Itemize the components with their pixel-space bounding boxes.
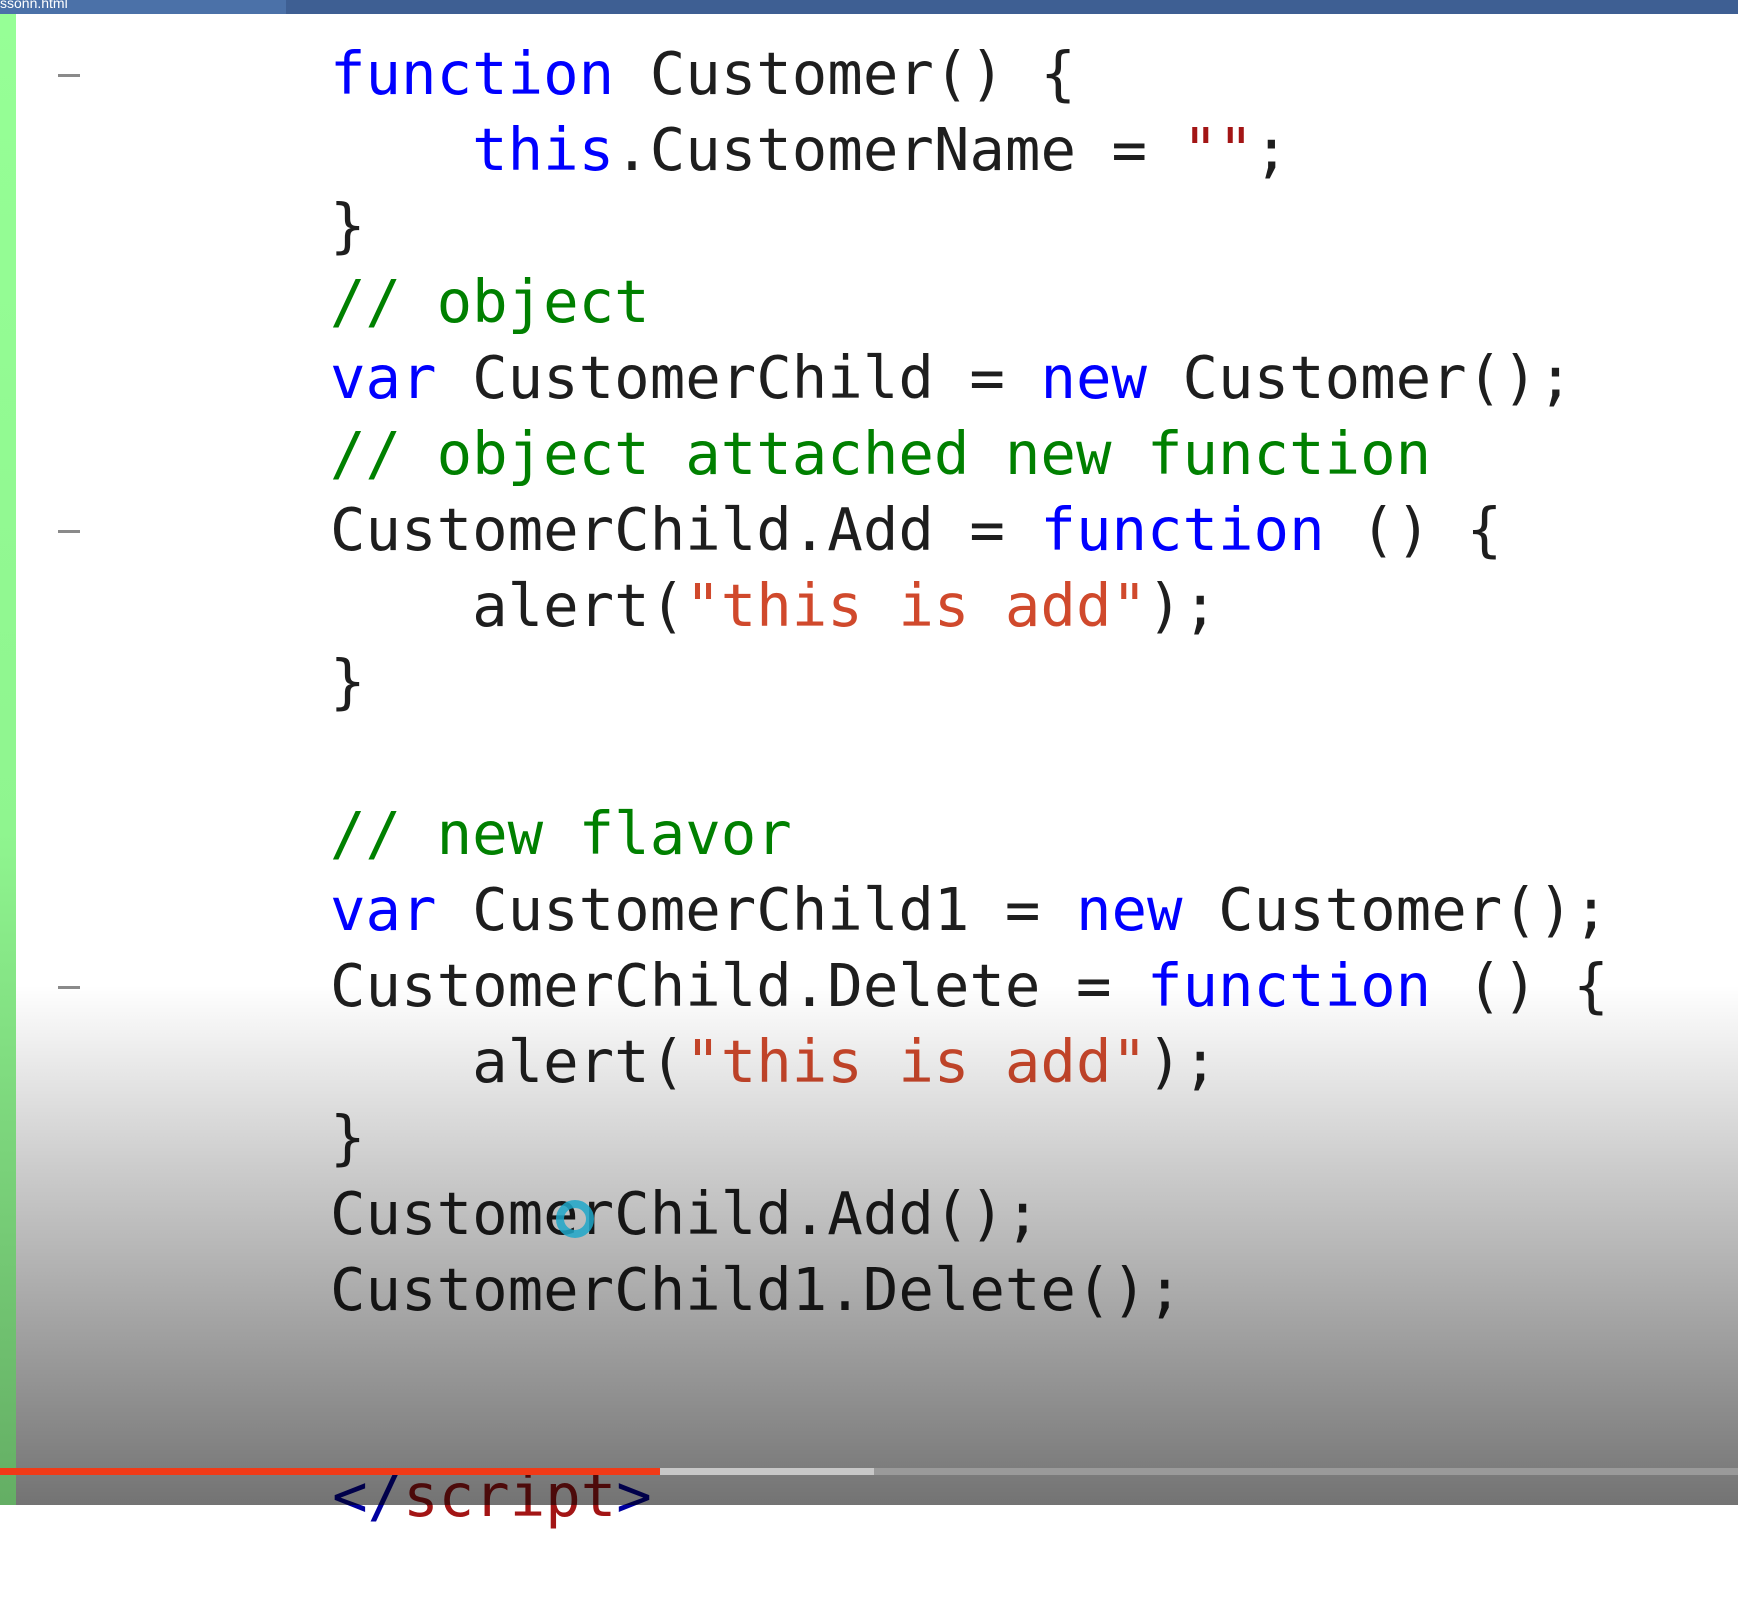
code-token: CustomerChild.Delete = — [330, 951, 1147, 1020]
code-token: ; — [1253, 115, 1290, 184]
code-token: CustomerChild.Add = — [330, 495, 1041, 564]
code-token: } — [330, 647, 366, 716]
editor-tab-bar: ssonn.html — [0, 0, 1738, 14]
code-token: this — [472, 115, 615, 184]
code-token: CustomerChild1 = — [436, 875, 1076, 944]
video-progress-fill — [0, 1468, 661, 1475]
code-token: // new flavor — [330, 799, 792, 868]
code-token: Customer() { — [614, 39, 1076, 108]
code-editor[interactable]: </script> function Customer() { this.Cus… — [16, 14, 1738, 1530]
code-line: // object attached new function — [330, 412, 1431, 496]
mouse-cursor-highlight-icon — [556, 1200, 594, 1238]
fold-collapse-icon[interactable] — [58, 986, 80, 989]
code-token: alert( — [330, 1027, 686, 1096]
code-line: } — [330, 640, 366, 724]
code-line: } — [330, 1096, 366, 1180]
code-token: ); — [1147, 1027, 1219, 1096]
code-token: function — [330, 39, 615, 108]
fold-collapse-icon[interactable] — [58, 74, 80, 77]
code-line: } — [330, 184, 366, 268]
fold-collapse-icon[interactable] — [58, 530, 80, 533]
video-progress-bar[interactable] — [0, 1468, 1738, 1475]
code-token: function — [1146, 951, 1432, 1020]
code-token: } — [330, 1103, 366, 1172]
code-line: CustomerChild.Delete = function () { — [330, 944, 1609, 1028]
code-token: var — [330, 875, 437, 944]
code-token: CustomerChild = — [436, 343, 1041, 412]
code-line: // new flavor — [330, 792, 792, 876]
code-token: CustomerChild.Add(); — [330, 1179, 1041, 1248]
script-closing-tag: </script> — [190, 1370, 652, 1530]
code-line: function Customer() { — [330, 32, 1076, 116]
code-line: this.CustomerName = ""; — [330, 108, 1289, 192]
code-token: "this is add" — [685, 1027, 1147, 1096]
code-line: // object — [330, 260, 650, 344]
code-line: CustomerChild.Add = function () { — [330, 488, 1502, 572]
code-token: new — [1040, 343, 1148, 412]
code-token: "" — [1182, 115, 1254, 184]
file-tab[interactable]: ssonn.html — [0, 0, 286, 14]
code-line: alert("this is add"); — [330, 1020, 1218, 1104]
code-line: var CustomerChild1 = new Customer(); — [330, 868, 1609, 952]
code-token: "this is add" — [685, 571, 1147, 640]
code-line: CustomerChild1.Delete(); — [330, 1248, 1183, 1332]
code-token: ); — [1147, 571, 1219, 640]
code-token: // object attached new function — [330, 419, 1432, 488]
code-token: () { — [1324, 495, 1503, 564]
code-token: CustomerChild1.Delete(); — [330, 1255, 1183, 1324]
code-token: Customer(); — [1182, 875, 1609, 944]
code-token: } — [330, 191, 366, 260]
code-token: // object — [330, 267, 650, 336]
code-token: alert( — [330, 571, 686, 640]
code-token: new — [1075, 875, 1183, 944]
code-token: Customer(); — [1147, 343, 1574, 412]
code-line: alert("this is add"); — [330, 564, 1218, 648]
code-token: () { — [1431, 951, 1609, 1020]
code-line: var CustomerChild = new Customer(); — [330, 336, 1573, 420]
code-token: var — [330, 343, 437, 412]
code-line: CustomerChild.Add(); — [330, 1172, 1040, 1256]
code-token: .CustomerName = — [614, 115, 1183, 184]
code-token: function — [1040, 495, 1325, 564]
change-indicator-margin — [0, 14, 16, 1505]
